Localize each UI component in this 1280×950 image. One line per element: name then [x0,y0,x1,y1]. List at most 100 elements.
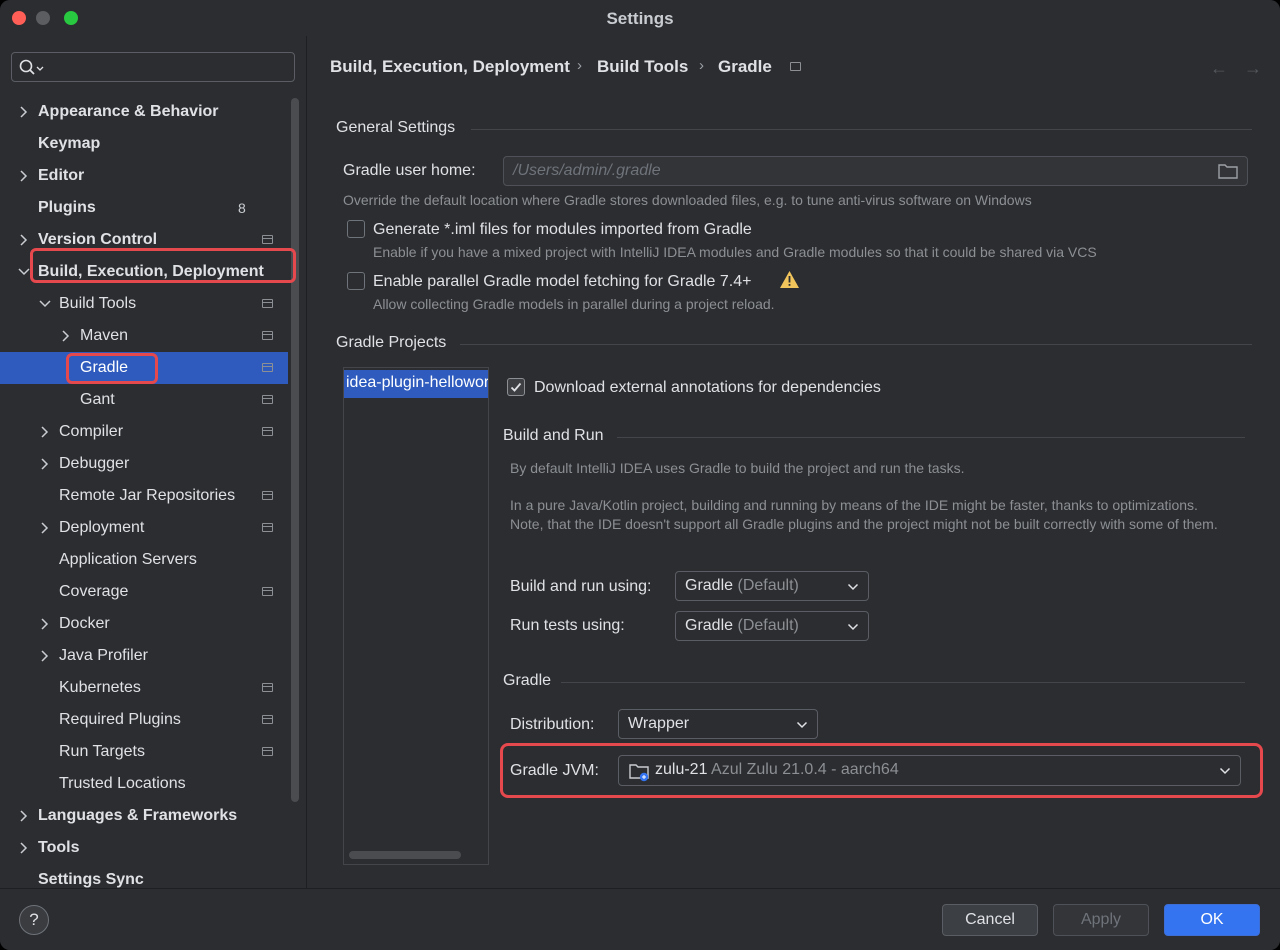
ok-button[interactable]: OK [1164,904,1260,936]
window-title: Settings [606,9,674,28]
sidebar-item-keymap[interactable]: Keymap [0,128,288,160]
project-level-icon [262,587,273,596]
build-run-using-dropdown[interactable]: Gradle (Default) [675,571,869,601]
parallel-fetching-checkbox[interactable] [347,272,365,290]
gradle-user-home-field[interactable]: /Users/admin/.gradle [503,156,1248,186]
highlight-box [66,353,158,384]
help-button[interactable]: ? [19,905,49,935]
sidebar-item-label: Tools [38,839,80,856]
project-level-icon [262,299,273,308]
build-run-hint: By default IntelliJ IDEA uses Gradle to … [510,460,965,476]
sidebar-item-java-profiler[interactable]: Java Profiler [0,640,288,672]
sidebar-item-docker[interactable]: Docker [0,608,288,640]
section-divider [561,682,1245,683]
sidebar-item-compiler[interactable]: Compiler [0,416,288,448]
generate-iml-label[interactable]: Generate *.iml files for modules importe… [373,221,752,239]
sidebar-item-application-servers[interactable]: Application Servers [0,544,288,576]
sidebar-scrollbar[interactable] [291,98,299,802]
run-tests-using-dropdown[interactable]: Gradle (Default) [675,611,869,641]
sidebar-item-kubernetes[interactable]: Kubernetes [0,672,288,704]
sidebar-item-run-targets[interactable]: Run Targets [0,736,288,768]
chevron-right-icon [41,522,49,534]
highlight-box [30,248,296,283]
generate-iml-hint: Enable if you have a mixed project with … [373,244,1097,260]
project-level-icon [262,683,273,692]
parallel-fetching-label[interactable]: Enable parallel Gradle model fetching fo… [373,273,751,291]
sidebar-item-deployment[interactable]: Deployment [0,512,288,544]
sidebar-item-gant[interactable]: Gant [0,384,288,416]
chevron-right-icon [20,842,28,854]
chevron-right-icon [20,234,28,246]
project-level-icon [790,62,801,71]
dropdown-value-main: Gradle [685,617,734,634]
sidebar-item-build-tools[interactable]: Build Tools [0,288,288,320]
breadcrumb-item[interactable]: Build, Execution, Deployment [330,57,570,77]
build-run-ide-hint: In a pure Java/Kotlin project, building … [510,497,1218,532]
sidebar-item-label: Required Plugins [59,711,181,728]
chevron-right-icon [20,170,28,182]
distribution-label: Distribution: [510,716,595,733]
sidebar-item-label: Editor [38,167,85,184]
gradle-projects-list[interactable]: idea-plugin-helloworld [343,367,489,865]
project-name: idea-plugin-helloworld [346,374,489,391]
sidebar-item-languages-frameworks[interactable]: Languages & Frameworks [0,800,288,832]
breadcrumb-current: Gradle [718,57,772,76]
checkmark-icon [510,382,522,392]
sidebar-item-remote-jar-repositories[interactable]: Remote Jar Repositories [0,480,288,512]
generate-iml-checkbox[interactable] [347,220,365,238]
settings-search-input[interactable] [11,52,295,82]
sidebar-item-plugins[interactable]: Plugins 8 [0,192,288,224]
project-level-icon [262,235,273,244]
gradle-projects-title: Gradle Projects [336,334,447,351]
forward-arrow-icon[interactable]: → [1244,58,1262,79]
dropdown-value-default: (Default) [737,577,799,594]
project-list-item-selected[interactable]: idea-plugin-helloworld [344,370,489,398]
gradle-section-title: Gradle [503,672,552,689]
sidebar-item-editor[interactable]: Editor [0,160,288,192]
parallel-fetching-hint: Allow collecting Gradle models in parall… [373,296,775,312]
dropdown-value: Gradle (Default) [685,617,799,635]
distribution-dropdown[interactable]: Wrapper [618,709,818,739]
sidebar-item-trusted-locations[interactable]: Trusted Locations [0,768,288,800]
chevron-right-icon [20,810,28,822]
sidebar-item-appearance[interactable]: Appearance & Behavior [0,96,288,128]
sidebar-item-label: Application Servers [59,551,197,568]
sidebar-item-maven[interactable]: Maven [0,320,288,352]
section-divider [617,437,1245,438]
sidebar-item-label: Java Profiler [59,647,148,664]
breadcrumb-separator: › [577,57,582,74]
project-level-icon [262,427,273,436]
apply-button[interactable]: Apply [1053,904,1149,936]
project-level-icon [262,523,273,532]
sidebar-item-coverage[interactable]: Coverage [0,576,288,608]
sidebar-item-label: Remote Jar Repositories [59,487,236,504]
project-level-icon [262,747,273,756]
pane-divider[interactable] [306,36,307,888]
sidebar-item-label: Deployment [59,519,145,536]
download-annotations-checkbox[interactable] [507,378,525,396]
plugins-update-badge: 8 [238,200,246,216]
chevron-right-icon [20,106,28,118]
sidebar-item-required-plugins[interactable]: Required Plugins [0,704,288,736]
section-divider [460,344,1252,345]
chevron-right-icon [41,458,49,470]
back-arrow-icon[interactable]: ← [1210,58,1228,79]
dropdown-value-default: (Default) [737,617,799,634]
sidebar-item-label: Keymap [38,135,101,152]
chevron-down-icon [796,721,808,729]
title-bar: Settings [0,0,1280,36]
dropdown-value: Gradle (Default) [685,577,799,595]
download-annotations-label[interactable]: Download external annotations for depend… [534,379,881,397]
sidebar-item-label: Gant [80,391,115,408]
sidebar-item-tools[interactable]: Tools [0,832,288,864]
sidebar-item-label: Languages & Frameworks [38,807,238,824]
search-icon [19,59,44,75]
cancel-button[interactable]: Cancel [942,904,1038,936]
projects-list-scrollbar[interactable] [349,851,461,859]
sidebar-item-debugger[interactable]: Debugger [0,448,288,480]
chevron-right-icon [41,650,49,662]
chevron-right-icon [41,426,49,438]
folder-icon[interactable] [1218,163,1238,179]
gradle-user-home-label: Gradle user home: [343,162,476,179]
breadcrumb-item[interactable]: Build Tools [597,57,688,77]
